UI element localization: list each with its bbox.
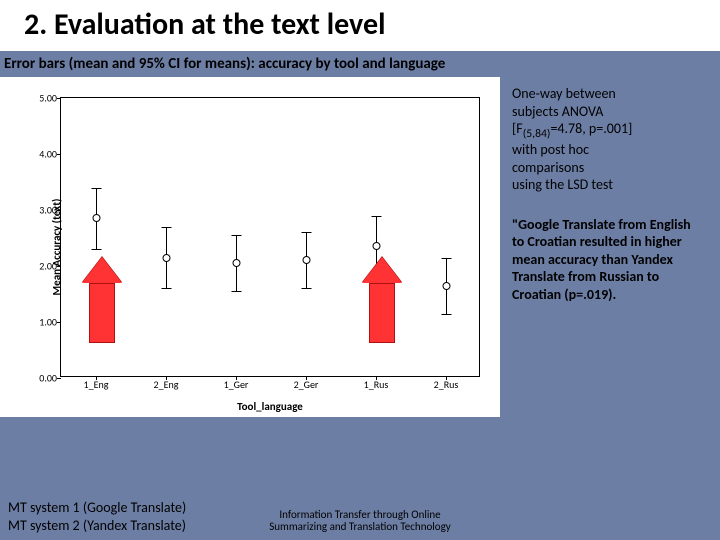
anova-text: with post hoc <box>512 141 589 158</box>
content-row: Mean Accuracy (text) 0.001.002.003.004.0… <box>0 77 720 417</box>
legend-line: MT system 1 (Google Translate) <box>8 499 186 517</box>
legend: MT system 1 (Google Translate) MT system… <box>8 499 186 534</box>
mean-marker <box>232 259 240 267</box>
data-point <box>166 98 167 378</box>
chart-panel: Mean Accuracy (text) 0.001.002.003.004.0… <box>0 77 500 417</box>
page-title: 2. Evaluation at the text level <box>24 6 696 43</box>
data-point <box>446 98 447 378</box>
anova-text: subjects ANOVA <box>512 103 603 120</box>
mean-marker <box>442 282 450 290</box>
mean-marker <box>372 242 380 250</box>
anova-text: One-way between <box>512 85 616 102</box>
data-point <box>96 98 97 378</box>
footer-text: Information Transfer through Online Summ… <box>250 509 470 534</box>
mean-marker <box>302 256 310 264</box>
chart-subtitle: Error bars (mean and 95% CI for means): … <box>0 51 720 77</box>
anova-text: using the LSD test <box>512 176 613 193</box>
mean-marker <box>92 214 100 222</box>
anova-sub: (5,84) <box>523 127 551 141</box>
data-point <box>376 98 377 378</box>
data-point <box>306 98 307 378</box>
anova-text: comparisons <box>512 159 584 176</box>
result-quote: "Google Translate from English to Croati… <box>512 216 704 304</box>
mean-marker <box>162 254 170 262</box>
side-notes: One-way between subjects ANOVA [F(5,84)=… <box>500 77 708 417</box>
x-axis-label: Tool_language <box>60 400 480 413</box>
title-bar: 2. Evaluation at the text level <box>0 0 720 51</box>
data-point <box>236 98 237 378</box>
chart-plot-area: 0.001.002.003.004.005.001_Eng2_Eng1_Ger2… <box>60 97 480 377</box>
legend-line: MT system 2 (Yandex Translate) <box>8 517 186 535</box>
anova-text: [F <box>512 120 523 137</box>
anova-text: =4.78, p=.001] <box>550 120 632 137</box>
